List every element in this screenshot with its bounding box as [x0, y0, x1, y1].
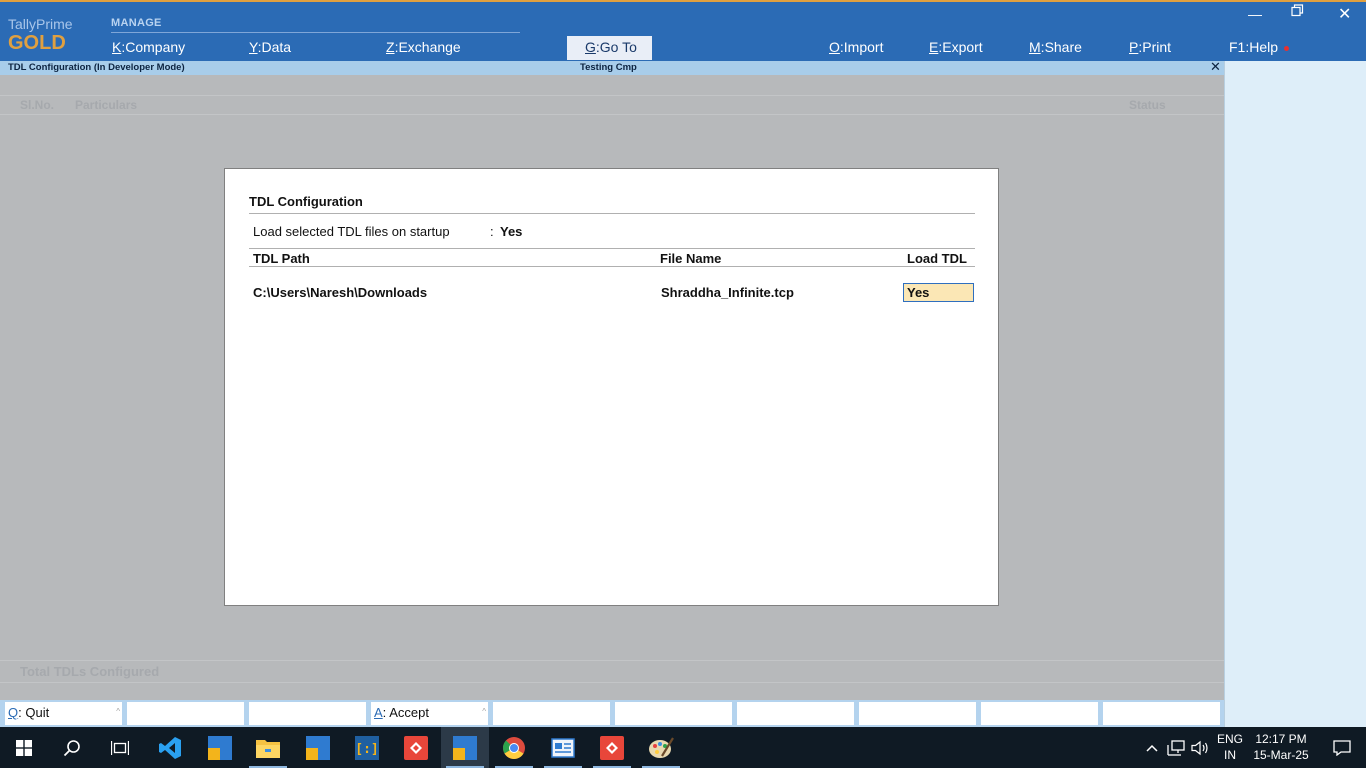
tally-app-icon[interactable] — [294, 727, 342, 768]
empty-button[interactable] — [859, 702, 976, 725]
chrome-icon[interactable] — [490, 727, 538, 768]
caret-up-icon: ^ — [482, 707, 486, 716]
svg-text:[:]: [:] — [355, 742, 378, 757]
anydesk-icon[interactable] — [588, 727, 636, 768]
news-app-icon[interactable] — [539, 727, 587, 768]
input-language[interactable]: ENG IN — [1212, 731, 1248, 763]
menu-import[interactable]: O:Import — [829, 39, 883, 55]
dialog-title: TDL Configuration — [249, 194, 363, 209]
load-on-startup-label: Load selected TDL files on startup — [253, 224, 450, 239]
total-tdls-label: Total TDLs Configured — [20, 664, 160, 679]
menu-print[interactable]: P:Print — [1129, 39, 1171, 55]
goto-button[interactable]: G:Go To — [567, 36, 652, 60]
accept-button[interactable]: A: Accept ^ — [371, 702, 488, 725]
top-menu-bar: TallyPrime GOLD MANAGE K:Company Y:Data … — [0, 0, 1366, 61]
minimize-icon[interactable]: — — [1248, 6, 1262, 22]
menu-export[interactable]: E:Export — [929, 39, 983, 55]
menu-help[interactable]: F1:Help — [1229, 39, 1290, 55]
right-button-panel — [1224, 61, 1366, 727]
close-screen-icon[interactable]: ✕ — [1210, 59, 1221, 75]
col-tdl-path: TDL Path — [253, 251, 310, 266]
menu-data[interactable]: Y:Data — [249, 39, 291, 55]
app-brand: TallyPrime GOLD — [8, 16, 73, 55]
notification-dot-icon — [1284, 45, 1290, 51]
footer-divider — [0, 660, 1224, 661]
menu-company[interactable]: K:Company — [112, 39, 185, 55]
vscode-icon[interactable] — [146, 727, 194, 768]
header-divider — [0, 95, 1224, 96]
empty-button[interactable] — [127, 702, 244, 725]
chevron-up-icon[interactable] — [1140, 727, 1164, 768]
windows-taskbar: [:] ENG IN 12:17 PM 15-Mar-25 — [0, 727, 1366, 768]
company-name: Testing Cmp — [580, 62, 637, 73]
close-window-icon[interactable]: ✕ — [1338, 4, 1351, 24]
brand-name: TallyPrime — [8, 16, 73, 32]
volume-icon[interactable] — [1188, 727, 1212, 768]
file-name-cell[interactable]: Shraddha_Infinite.tcp — [661, 285, 794, 300]
anydesk-icon[interactable] — [392, 727, 440, 768]
manage-section-label: MANAGE — [111, 17, 162, 29]
tdl-path-cell[interactable]: C:\Users\Naresh\Downloads — [253, 285, 427, 300]
notifications-icon[interactable] — [1318, 727, 1366, 768]
title-divider — [249, 213, 975, 214]
clock[interactable]: 12:17 PM 15-Mar-25 — [1248, 731, 1314, 763]
empty-button[interactable] — [737, 702, 854, 725]
windows-start-icon[interactable] — [0, 727, 48, 768]
empty-button[interactable] — [981, 702, 1098, 725]
bottom-button-bar: Q: Quit ^ A: Accept ^ — [0, 700, 1224, 727]
field-separator: : — [490, 224, 494, 239]
menu-exchange[interactable]: Z:Exchange — [386, 39, 461, 55]
paint-icon[interactable] — [637, 727, 685, 768]
col-particulars: Particulars — [75, 98, 138, 112]
brand-edition: GOLD — [8, 32, 66, 54]
tally-app-icon[interactable] — [196, 727, 244, 768]
manage-divider — [111, 32, 520, 33]
screen-title-bar: TDL Configuration (In Developer Mode) Te… — [0, 59, 1224, 75]
network-icon[interactable] — [1164, 727, 1188, 768]
table-top-divider — [249, 248, 975, 249]
brackets-editor-icon[interactable]: [:] — [343, 727, 391, 768]
col-status: Status — [1129, 98, 1166, 112]
menu-share[interactable]: M:Share — [1029, 39, 1082, 55]
col-load-tdl: Load TDL — [907, 251, 967, 266]
empty-button[interactable] — [249, 702, 366, 725]
search-icon[interactable] — [48, 727, 96, 768]
caret-up-icon: ^ — [116, 707, 120, 716]
quit-button[interactable]: Q: Quit ^ — [5, 702, 122, 725]
load-on-startup-value[interactable]: Yes — [500, 224, 522, 239]
footer-divider — [0, 682, 1224, 683]
load-tdl-field[interactable]: Yes — [903, 283, 974, 302]
task-view-icon[interactable] — [96, 727, 144, 768]
tdl-config-dialog: TDL Configuration Load selected TDL file… — [224, 168, 999, 606]
col-slno: Sl.No. — [20, 98, 55, 112]
tally-app-icon[interactable] — [441, 727, 489, 768]
empty-button[interactable] — [615, 702, 732, 725]
col-file-name: File Name — [660, 251, 722, 266]
restore-icon[interactable] — [1291, 4, 1304, 20]
empty-button[interactable] — [493, 702, 610, 725]
screen-title: TDL Configuration (In Developer Mode) — [8, 62, 185, 73]
file-explorer-icon[interactable] — [244, 727, 292, 768]
empty-button[interactable] — [1103, 702, 1220, 725]
header-divider — [0, 114, 1224, 115]
table-header-divider — [249, 266, 975, 267]
